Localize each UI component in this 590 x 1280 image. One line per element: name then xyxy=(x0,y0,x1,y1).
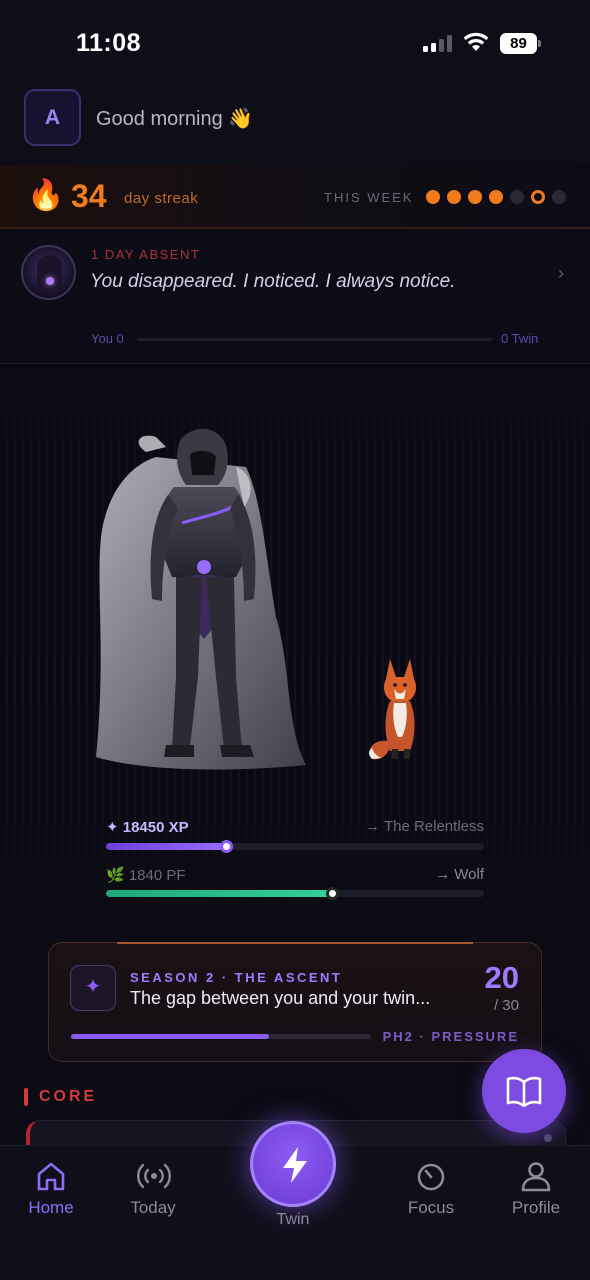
avatar[interactable]: A xyxy=(24,89,81,146)
tab-twin-label: Twin xyxy=(276,1211,310,1228)
xp-fill xyxy=(106,843,227,850)
absence-card[interactable]: 1 DAY ABSENT You disappeared. I noticed.… xyxy=(0,232,590,364)
tab-focus[interactable]: Focus xyxy=(381,1146,481,1226)
week-day-dot xyxy=(489,190,503,204)
sparkle-icon: ✦ xyxy=(70,965,116,1011)
broadcast-icon xyxy=(137,1163,171,1189)
hero-scene: ✦ 18450 XP → The Relentless 🌿 1840 PF → … xyxy=(0,365,590,925)
pf-fill xyxy=(106,890,333,897)
compare-track xyxy=(137,338,493,341)
tab-home-label: Home xyxy=(28,1198,74,1217)
wifi-icon xyxy=(463,32,489,51)
header: A Good morning 👋 xyxy=(0,80,590,164)
streak-count: 34 xyxy=(71,178,107,214)
season-day: 20 xyxy=(484,960,519,995)
cellular-signal-icon xyxy=(423,34,453,52)
twin-center-button[interactable] xyxy=(250,1121,336,1207)
season-phase: PH2 · PRESSURE xyxy=(382,1029,519,1044)
warrior-avatar-image xyxy=(96,428,306,770)
fox-companion-image xyxy=(369,659,416,760)
week-day-dot xyxy=(447,190,461,204)
pf-track xyxy=(106,887,484,900)
xp-thumb xyxy=(219,840,233,853)
twin-avatar xyxy=(21,245,76,300)
tab-profile[interactable]: Profile xyxy=(486,1146,586,1226)
twin-score: 0 Twin xyxy=(501,331,539,346)
season-total: / 30 xyxy=(493,997,519,1014)
flame-icon: 🔥 xyxy=(27,179,65,212)
streak-label: day streak xyxy=(124,190,199,207)
you-score: You 0 xyxy=(91,331,124,346)
week-day-dot xyxy=(510,190,524,204)
week-day-dot xyxy=(531,190,545,204)
core-card-dot xyxy=(544,1134,552,1142)
week-day-dot xyxy=(426,190,440,204)
streak-bar: 🔥 34 day streak THIS WEEK xyxy=(0,165,590,229)
xp-next-rank: → The Relentless xyxy=(365,818,484,835)
absence-message: You disappeared. I noticed. I always not… xyxy=(90,271,456,292)
book-icon xyxy=(506,1076,542,1107)
this-week-label: THIS WEEK xyxy=(324,190,414,205)
home-indicator xyxy=(194,1262,394,1268)
timer-icon xyxy=(417,1163,445,1191)
season-description: The gap between you and your twin... xyxy=(130,988,431,1008)
battery-icon: 89 xyxy=(500,33,542,54)
core-accent-bar xyxy=(24,1088,28,1106)
tab-home[interactable]: Home xyxy=(1,1146,101,1226)
tab-focus-label: Focus xyxy=(407,1198,455,1217)
season-fill xyxy=(71,1034,269,1039)
home-icon xyxy=(37,1162,65,1191)
battery-level: 89 xyxy=(500,33,537,54)
week-day-dot xyxy=(552,190,566,204)
tab-today[interactable]: Today xyxy=(103,1146,203,1226)
status-time: 11:08 xyxy=(76,29,142,57)
week-day-dot xyxy=(468,190,482,204)
pf-value: 🌿 1840 PF xyxy=(106,867,186,884)
week-dots xyxy=(426,190,566,204)
season-title: SEASON 2 · THE ASCENT xyxy=(130,970,343,985)
status-bar: 11:08 89 xyxy=(0,0,590,80)
pf-thumb xyxy=(325,887,339,900)
xp-track xyxy=(106,840,484,853)
greeting: Good morning 👋 xyxy=(96,108,254,130)
chevron-right-icon[interactable]: › xyxy=(558,263,564,284)
season-track xyxy=(71,1034,371,1039)
journal-fab-button[interactable] xyxy=(482,1049,566,1133)
core-section-title: CORE xyxy=(39,1088,98,1105)
tab-today-label: Today xyxy=(130,1198,176,1217)
absence-label: 1 DAY ABSENT xyxy=(91,247,201,262)
profile-icon xyxy=(521,1162,551,1192)
pf-next-form: → Wolf xyxy=(435,866,484,883)
season-card[interactable]: ✦ SEASON 2 · THE ASCENT The gap between … xyxy=(48,942,542,1062)
xp-value: ✦ 18450 XP xyxy=(106,819,189,836)
tab-profile-label: Profile xyxy=(511,1198,561,1217)
lightning-icon xyxy=(283,1147,307,1183)
